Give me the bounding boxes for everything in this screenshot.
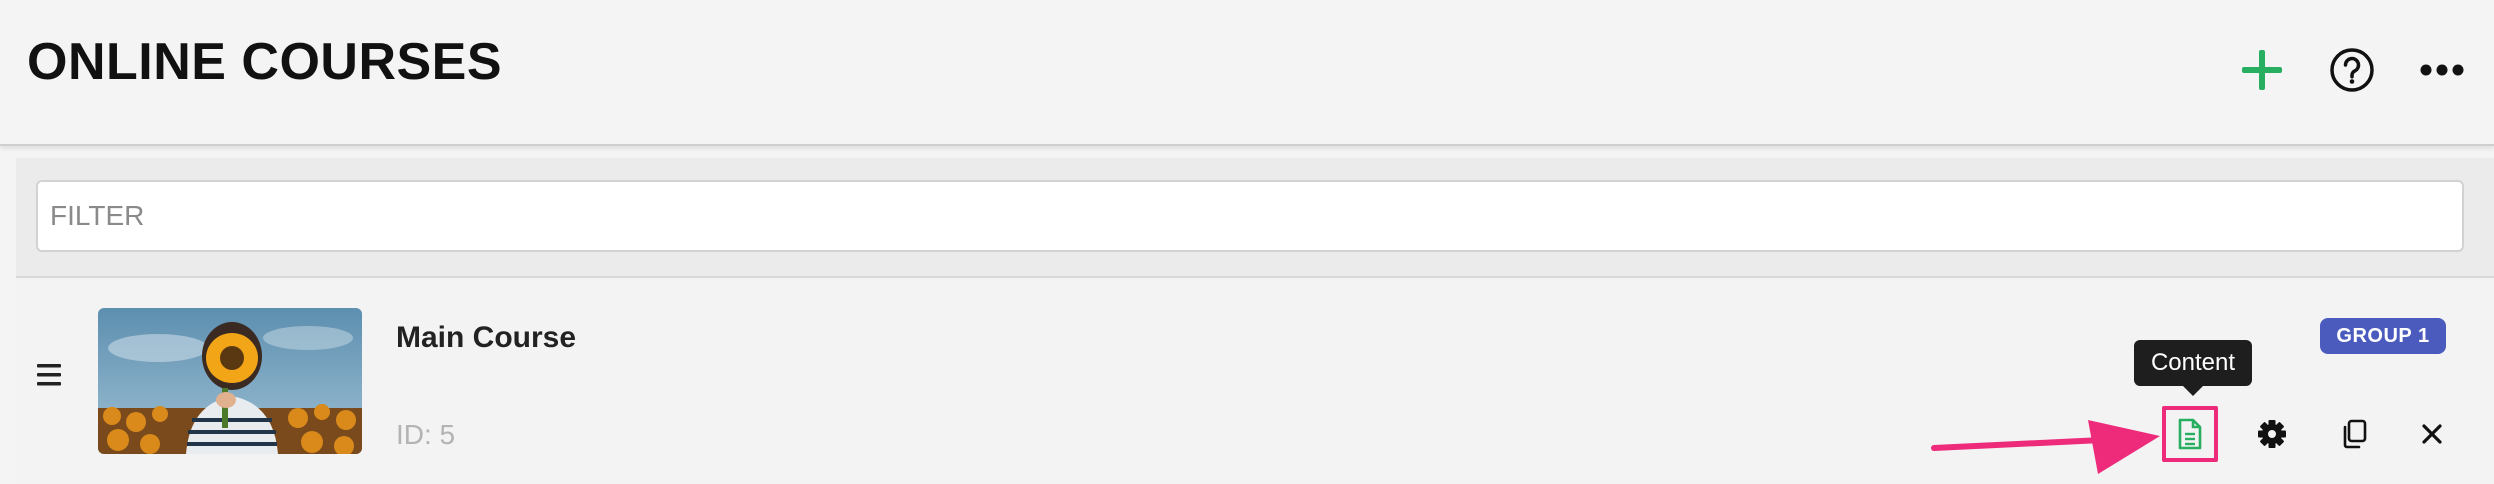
content-icon <box>2178 418 2202 450</box>
filter-input[interactable] <box>36 180 2464 252</box>
annotation-arrow <box>1931 420 2160 474</box>
more-icon <box>2420 64 2464 76</box>
add-icon <box>2242 50 2282 90</box>
settings-icon <box>2258 420 2286 448</box>
more-options-button[interactable] <box>2412 40 2472 100</box>
sunflower-photo <box>98 308 362 454</box>
add-course-button[interactable] <box>2232 40 2292 100</box>
page-header: ONLINE COURSES <box>0 0 2494 146</box>
help-button[interactable] <box>2322 40 2382 100</box>
course-name[interactable]: Main Course <box>396 320 576 356</box>
content-button[interactable] <box>2162 406 2218 462</box>
settings-button[interactable] <box>2244 406 2300 462</box>
delete-button[interactable] <box>2404 406 2460 462</box>
drag-handle[interactable] <box>36 360 62 390</box>
help-icon <box>2330 48 2374 92</box>
duplicate-button[interactable] <box>2326 406 2382 462</box>
course-thumbnail[interactable] <box>98 308 362 454</box>
course-id: ID: 5 <box>396 419 456 450</box>
page-title: ONLINE COURSES <box>27 33 503 91</box>
tooltip-pointer <box>2183 386 2203 396</box>
close-icon <box>2422 424 2442 444</box>
group-badge: GROUP 1 <box>2320 318 2446 354</box>
duplicate-icon <box>2343 419 2367 449</box>
drag-handle-icon <box>37 364 61 386</box>
content-tooltip: Content <box>2134 340 2252 386</box>
